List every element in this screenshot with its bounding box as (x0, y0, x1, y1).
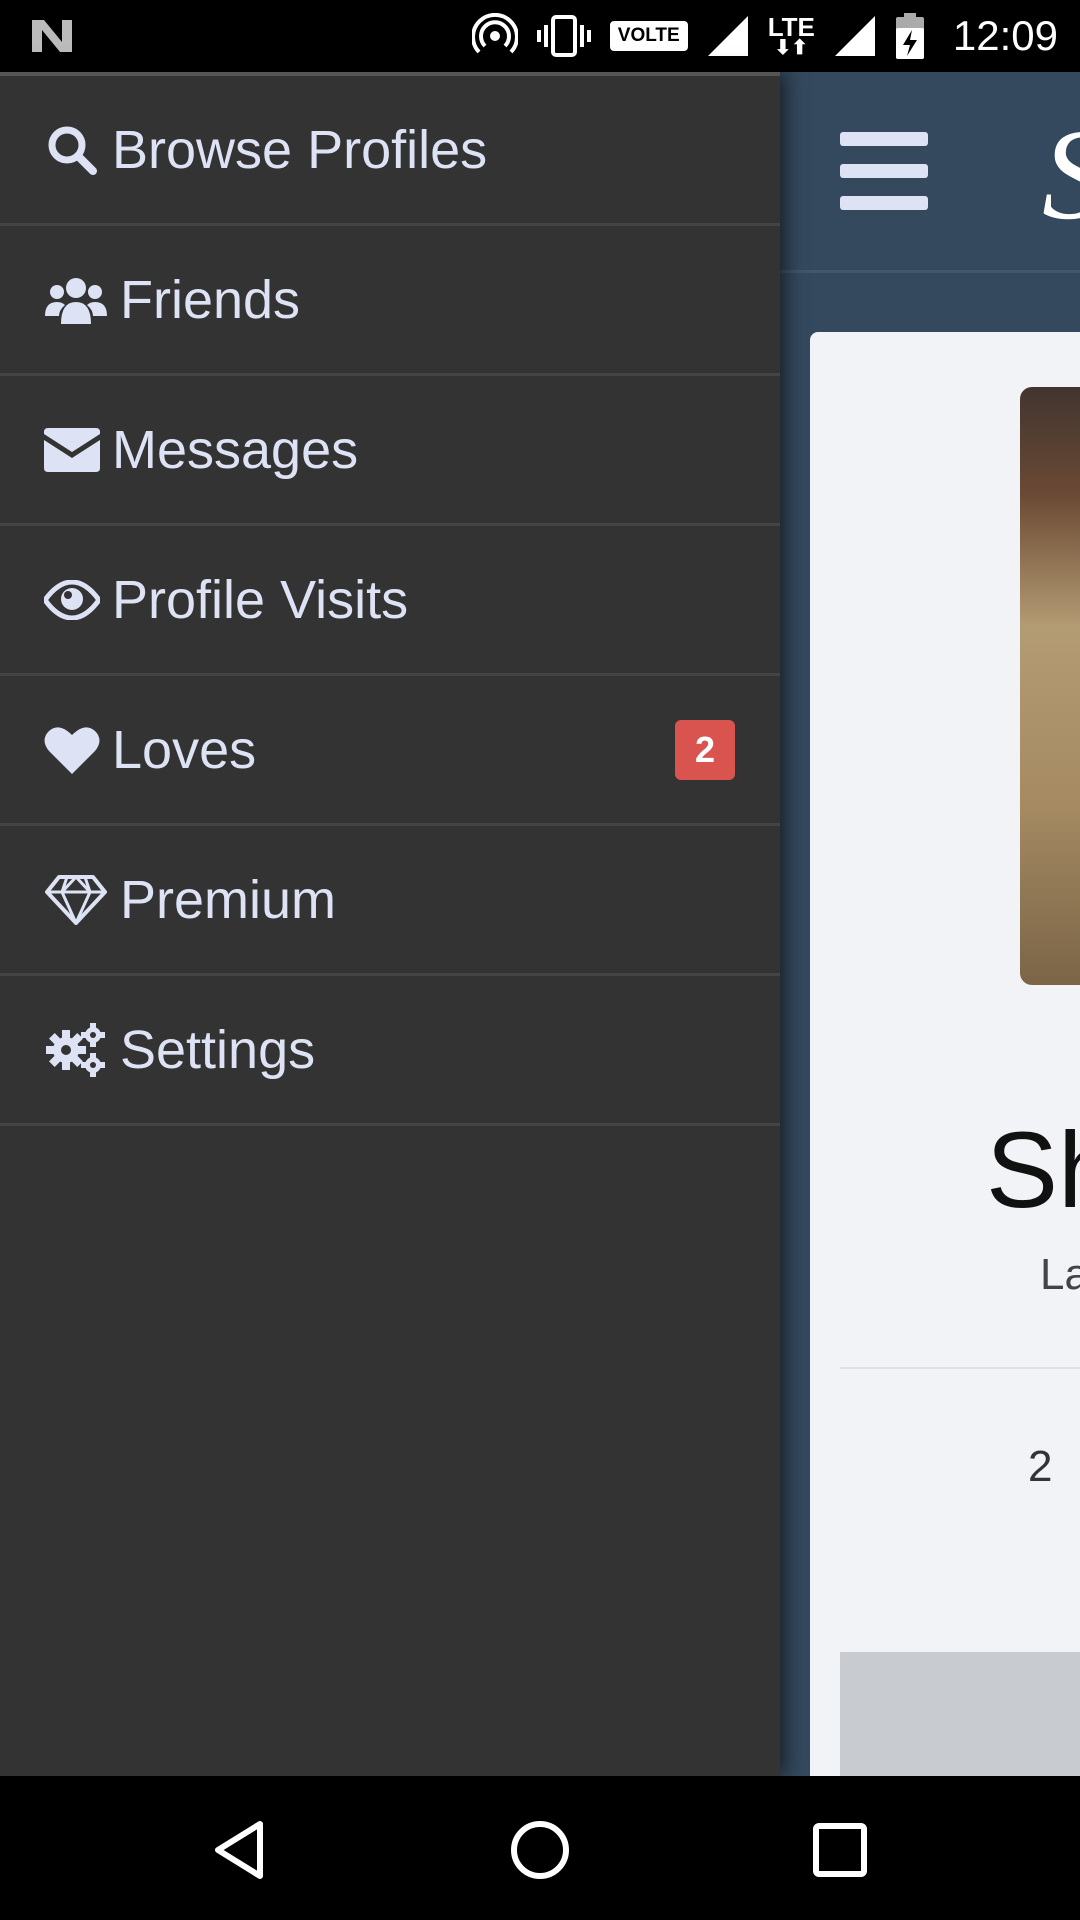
profile-stat: 2 (1028, 1442, 1053, 1491)
brand-logo: S (1042, 100, 1080, 250)
lte-label: LTE (767, 12, 815, 42)
menu-item-label: Browse Profiles (112, 119, 488, 180)
notification-n-icon (32, 20, 72, 52)
menu-item-premium[interactable]: Premium (0, 826, 780, 976)
divider (840, 1367, 1080, 1369)
diamond-icon (44, 872, 108, 928)
app-header: S (780, 72, 1080, 273)
menu-item-browse-profiles[interactable]: Browse Profiles (0, 76, 780, 226)
menu-item-label: Profile Visits (112, 569, 409, 630)
menu-item-loves[interactable]: Loves 2 (0, 676, 780, 826)
profile-photo[interactable] (1020, 387, 1080, 985)
menu-item-label: Messages (112, 419, 359, 480)
recents-icon[interactable] (808, 1818, 872, 1882)
app-background: S Sh La 2 (780, 72, 1080, 1776)
eye-icon (44, 572, 100, 628)
profile-subtitle: La (1040, 1250, 1080, 1299)
lte-arrows: ⬇⬆ (774, 37, 809, 59)
battery-charging-icon (895, 13, 924, 59)
search-icon (44, 122, 100, 178)
profile-card: Sh La 2 (810, 332, 1080, 1776)
heart-icon (44, 722, 100, 778)
lte-icon: LTE ⬇⬆ (767, 12, 815, 59)
users-icon (44, 272, 108, 328)
menu-item-label: Friends (120, 269, 301, 330)
navigation-drawer: Browse Profiles Friends Messages Profile… (0, 72, 780, 1776)
vibrate-icon (536, 15, 591, 57)
menu-item-label: Premium (120, 869, 337, 930)
loves-count-badge: 2 (675, 719, 735, 780)
back-icon[interactable] (210, 1818, 274, 1882)
menu-item-label: Settings (120, 1019, 316, 1080)
home-icon[interactable] (508, 1818, 572, 1882)
menu-item-messages[interactable]: Messages (0, 376, 780, 526)
profile-name: Sh (986, 1109, 1080, 1230)
hamburger-menu-icon[interactable] (840, 132, 930, 212)
menu-item-label: Loves (112, 719, 257, 780)
menu-item-friends[interactable]: Friends (0, 226, 780, 376)
system-navigation-bar (0, 1776, 1080, 1920)
envelope-icon (44, 422, 100, 478)
hotspot-icon (471, 13, 518, 54)
gears-icon (44, 1022, 108, 1078)
status-time: 12:09 (952, 12, 1058, 59)
menu-item-settings[interactable]: Settings (0, 976, 780, 1126)
signal-icon (707, 16, 748, 56)
signal-icon (834, 16, 875, 56)
status-bar: VOLTE LTE ⬇⬆ 12:09 (0, 0, 1080, 72)
menu-item-profile-visits[interactable]: Profile Visits (0, 526, 780, 676)
volte-icon: VOLTE (609, 21, 688, 51)
profile-section (840, 1652, 1080, 1776)
